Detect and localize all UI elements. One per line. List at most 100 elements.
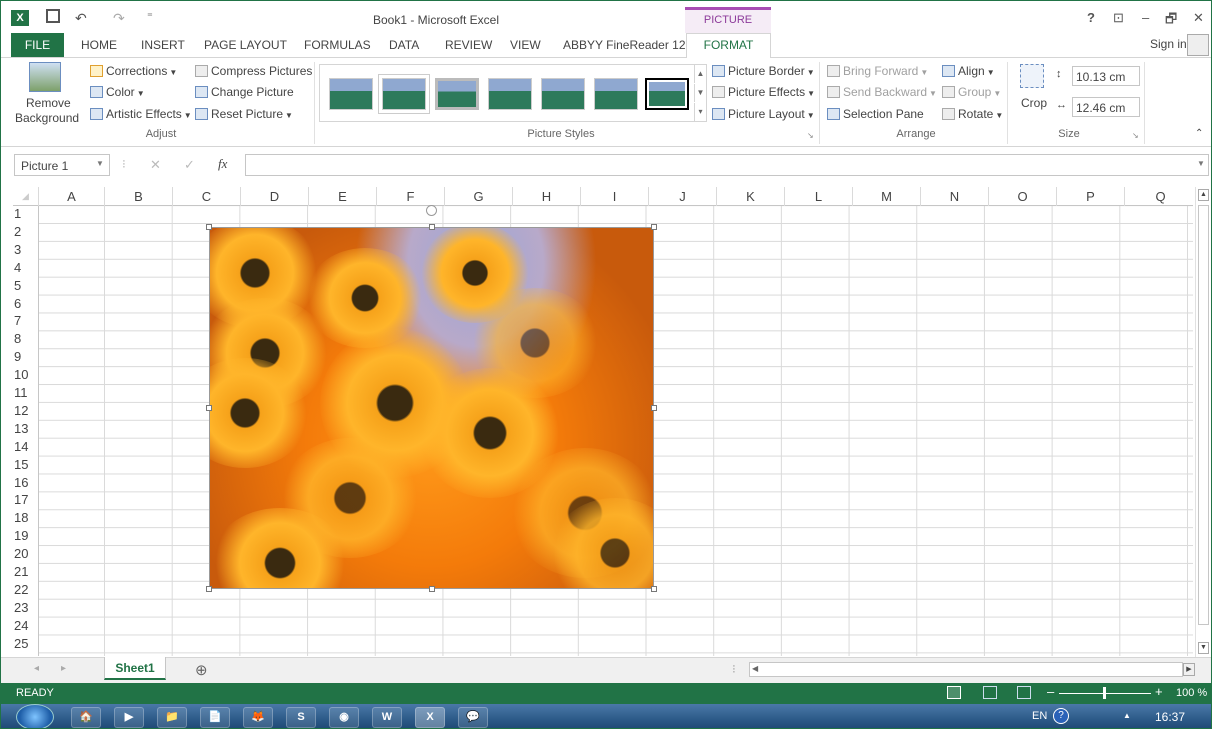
row-header-13[interactable]: 13 [13, 421, 38, 439]
zoom-in-button[interactable]: + [1155, 684, 1163, 699]
taskbar-app-explorer[interactable]: 📁 [157, 707, 187, 728]
row-header-18[interactable]: 18 [13, 510, 38, 528]
vertical-scrollbar[interactable]: ▲ ▼ [1195, 187, 1211, 657]
zoom-level[interactable]: 100 % [1176, 687, 1207, 699]
row-header-23[interactable]: 23 [13, 600, 38, 618]
sheet-tab-sheet1[interactable]: Sheet1 [104, 657, 166, 680]
language-indicator[interactable]: EN [1032, 710, 1047, 722]
remove-background-icon[interactable] [29, 62, 61, 92]
new-sheet-icon[interactable]: ⊕ [195, 661, 208, 679]
next-sheet-icon[interactable]: ▸ [61, 663, 66, 674]
remove-background-label-1[interactable]: Remove [26, 96, 71, 110]
gallery-up-icon[interactable]: ▲ [694, 65, 706, 83]
ribbon-display-button[interactable]: ⊡ [1113, 10, 1124, 26]
scroll-down-icon[interactable]: ▼ [1198, 642, 1209, 654]
column-header-n[interactable]: N [921, 187, 989, 206]
scroll-thumb[interactable] [1198, 205, 1209, 625]
row-header-19[interactable]: 19 [13, 528, 38, 546]
bring-forward-button[interactable]: Bring Forward ▼ [827, 64, 928, 78]
remove-background-label-2[interactable]: Background [15, 111, 79, 125]
row-header-15[interactable]: 15 [13, 457, 38, 475]
insert-function-icon[interactable]: fx [218, 156, 227, 172]
clock[interactable]: 16:37 [1155, 710, 1185, 724]
tab-formulas[interactable]: FORMULAS [304, 38, 371, 52]
picture-style-6[interactable] [594, 78, 638, 110]
corrections-button[interactable]: Corrections ▼ [90, 64, 177, 78]
collapse-ribbon-icon[interactable]: ⌃ [1195, 128, 1203, 139]
restore-button[interactable]: 🗗 [1165, 10, 1177, 32]
zoom-slider-thumb[interactable] [1103, 687, 1106, 699]
scroll-up-icon[interactable]: ▲ [1198, 189, 1209, 201]
align-button[interactable]: Align ▼ [942, 64, 995, 78]
column-header-k[interactable]: K [717, 187, 785, 206]
width-field[interactable]: 12.46 cm [1072, 97, 1140, 117]
tab-review[interactable]: REVIEW [445, 38, 492, 52]
horizontal-scrollbar[interactable]: ◀ [749, 662, 1183, 677]
row-header-22[interactable]: 22 [13, 582, 38, 600]
sign-in-link[interactable]: Sign in [1150, 37, 1187, 51]
gallery-more-icon[interactable]: ▾ [694, 103, 706, 121]
taskbar-app-doc[interactable]: 📄 [200, 707, 230, 728]
picture-style-1[interactable] [329, 78, 373, 110]
picture-style-5[interactable] [541, 78, 585, 110]
picture-border-button[interactable]: Picture Border ▼ [712, 64, 815, 78]
reset-picture-button[interactable]: Reset Picture ▼ [195, 107, 293, 121]
tab-home[interactable]: HOME [81, 38, 117, 52]
minimize-button[interactable]: – [1142, 10, 1149, 25]
column-header-o[interactable]: O [989, 187, 1057, 206]
resize-handle[interactable] [651, 405, 657, 411]
send-backward-button[interactable]: Send Backward ▼ [827, 85, 937, 99]
tab-insert[interactable]: INSERT [141, 38, 185, 52]
taskbar-app-media[interactable]: ▶ [114, 707, 144, 728]
avatar[interactable] [1187, 34, 1209, 56]
picture-effects-button[interactable]: Picture Effects ▼ [712, 85, 815, 99]
column-header-g[interactable]: G [445, 187, 513, 206]
inserted-picture[interactable] [209, 227, 654, 589]
row-header-9[interactable]: 9 [13, 349, 38, 367]
formula-input[interactable] [245, 154, 1209, 176]
split-handle-icon[interactable]: ⁝ [732, 662, 736, 676]
row-header-3[interactable]: 3 [13, 242, 38, 260]
taskbar-app-line[interactable]: 💬 [458, 707, 488, 728]
row-header-21[interactable]: 21 [13, 564, 38, 582]
tab-view[interactable]: VIEW [510, 38, 541, 52]
crop-icon[interactable] [1020, 64, 1044, 88]
select-all-corner[interactable]: ◢ [13, 187, 39, 206]
selection-pane-button[interactable]: Selection Pane [827, 107, 924, 121]
normal-view-icon[interactable] [947, 686, 961, 699]
resize-handle[interactable] [206, 586, 212, 592]
column-header-d[interactable]: D [241, 187, 309, 206]
artistic-effects-button[interactable]: Artistic Effects ▼ [90, 107, 192, 121]
taskbar-app-home[interactable]: 🏠 [71, 707, 101, 728]
resize-handle[interactable] [206, 224, 212, 230]
resize-handle[interactable] [651, 586, 657, 592]
picture-style-2[interactable] [382, 78, 426, 110]
column-header-i[interactable]: I [581, 187, 649, 206]
picture-style-7[interactable] [645, 78, 689, 110]
compress-pictures-button[interactable]: Compress Pictures [195, 64, 312, 78]
picture-style-3[interactable] [435, 78, 479, 110]
help-button[interactable]: ? [1087, 10, 1095, 25]
taskbar-app-firefox[interactable]: 🦊 [243, 707, 273, 728]
row-header-12[interactable]: 12 [13, 403, 38, 421]
picture-style-4[interactable] [488, 78, 532, 110]
column-header-p[interactable]: P [1057, 187, 1125, 206]
column-header-f[interactable]: F [377, 187, 445, 206]
column-header-q[interactable]: Q [1125, 187, 1197, 206]
tab-format[interactable]: FORMAT [686, 33, 771, 58]
tab-abbyy[interactable]: ABBYY FineReader 12 [563, 38, 686, 52]
rotate-button[interactable]: Rotate ▼ [942, 107, 1003, 121]
resize-handle[interactable] [429, 586, 435, 592]
height-field[interactable]: 10.13 cm [1072, 66, 1140, 86]
row-header-7[interactable]: 7 [13, 313, 38, 331]
row-header-4[interactable]: 4 [13, 260, 38, 278]
row-header-6[interactable]: 6 [13, 296, 38, 314]
taskbar-app-skype[interactable]: S [286, 707, 316, 728]
resize-handle[interactable] [651, 224, 657, 230]
row-header-8[interactable]: 8 [13, 331, 38, 349]
column-header-b[interactable]: B [105, 187, 173, 206]
resize-handle[interactable] [429, 224, 435, 230]
gallery-down-icon[interactable]: ▼ [694, 84, 706, 102]
name-box-dropdown-icon[interactable]: ▼ [96, 159, 104, 168]
language-help-icon[interactable]: ? [1053, 708, 1069, 724]
